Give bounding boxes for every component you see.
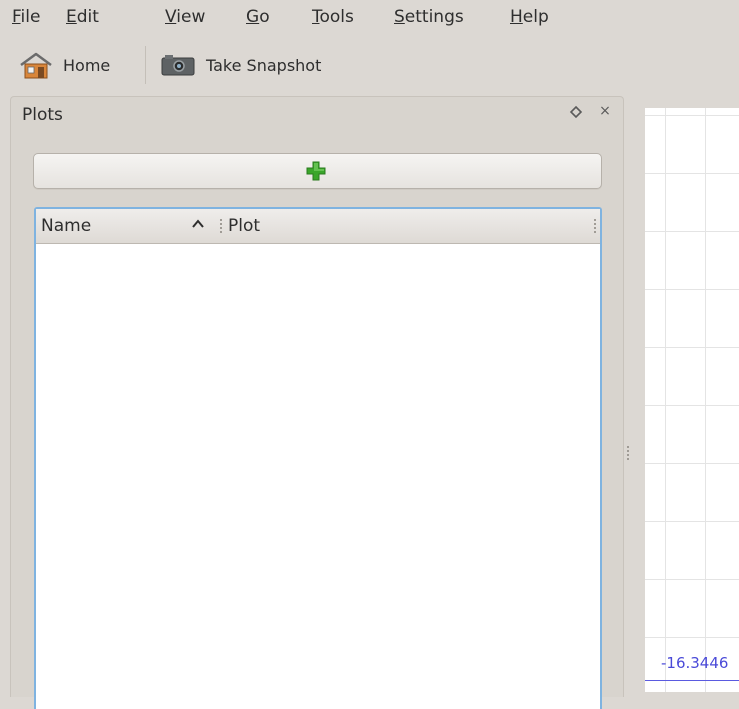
menu-file[interactable]: File bbox=[12, 7, 40, 27]
add-plot-button[interactable] bbox=[33, 153, 602, 189]
sort-ascending-icon bbox=[192, 219, 204, 228]
menu-settings[interactable]: Settings bbox=[394, 7, 464, 27]
camera-icon bbox=[161, 55, 195, 76]
dock-title: Plots bbox=[22, 105, 63, 125]
column-resize-handle[interactable] bbox=[220, 218, 222, 234]
menu-edit[interactable]: Edit bbox=[66, 7, 99, 27]
menu-bar: File Edit View Go Tools Settings Help bbox=[0, 0, 739, 36]
column-header-plot[interactable]: Plot bbox=[228, 216, 260, 236]
toolbar-separator bbox=[145, 46, 146, 84]
close-icon[interactable]: × bbox=[596, 102, 614, 120]
take-snapshot-button[interactable]: Take Snapshot bbox=[160, 49, 321, 81]
list-header: Name Plot bbox=[36, 209, 600, 244]
main-toolbar: Home Take Snapshot bbox=[0, 44, 739, 88]
home-icon bbox=[20, 52, 52, 79]
plots-dock-panel: Plots × Name Plot bbox=[10, 96, 624, 709]
splitter-handle[interactable] bbox=[627, 445, 629, 461]
axis-line bbox=[645, 680, 739, 681]
home-button[interactable]: Home bbox=[18, 49, 110, 81]
axis-value-label: -16.3446 bbox=[661, 654, 729, 672]
home-label: Home bbox=[63, 55, 111, 75]
plot-canvas[interactable]: -16.3446 bbox=[645, 108, 739, 692]
plots-list[interactable]: Name Plot bbox=[34, 207, 602, 709]
take-snapshot-label: Take Snapshot bbox=[206, 55, 322, 75]
float-icon[interactable] bbox=[568, 104, 584, 120]
column-header-name[interactable]: Name bbox=[41, 216, 91, 236]
menu-view[interactable]: View bbox=[165, 7, 205, 27]
menu-help[interactable]: Help bbox=[510, 7, 549, 27]
column-resize-handle[interactable] bbox=[594, 218, 596, 234]
menu-tools[interactable]: Tools bbox=[312, 7, 354, 27]
menu-go[interactable]: Go bbox=[246, 7, 270, 27]
plus-icon bbox=[306, 161, 326, 181]
